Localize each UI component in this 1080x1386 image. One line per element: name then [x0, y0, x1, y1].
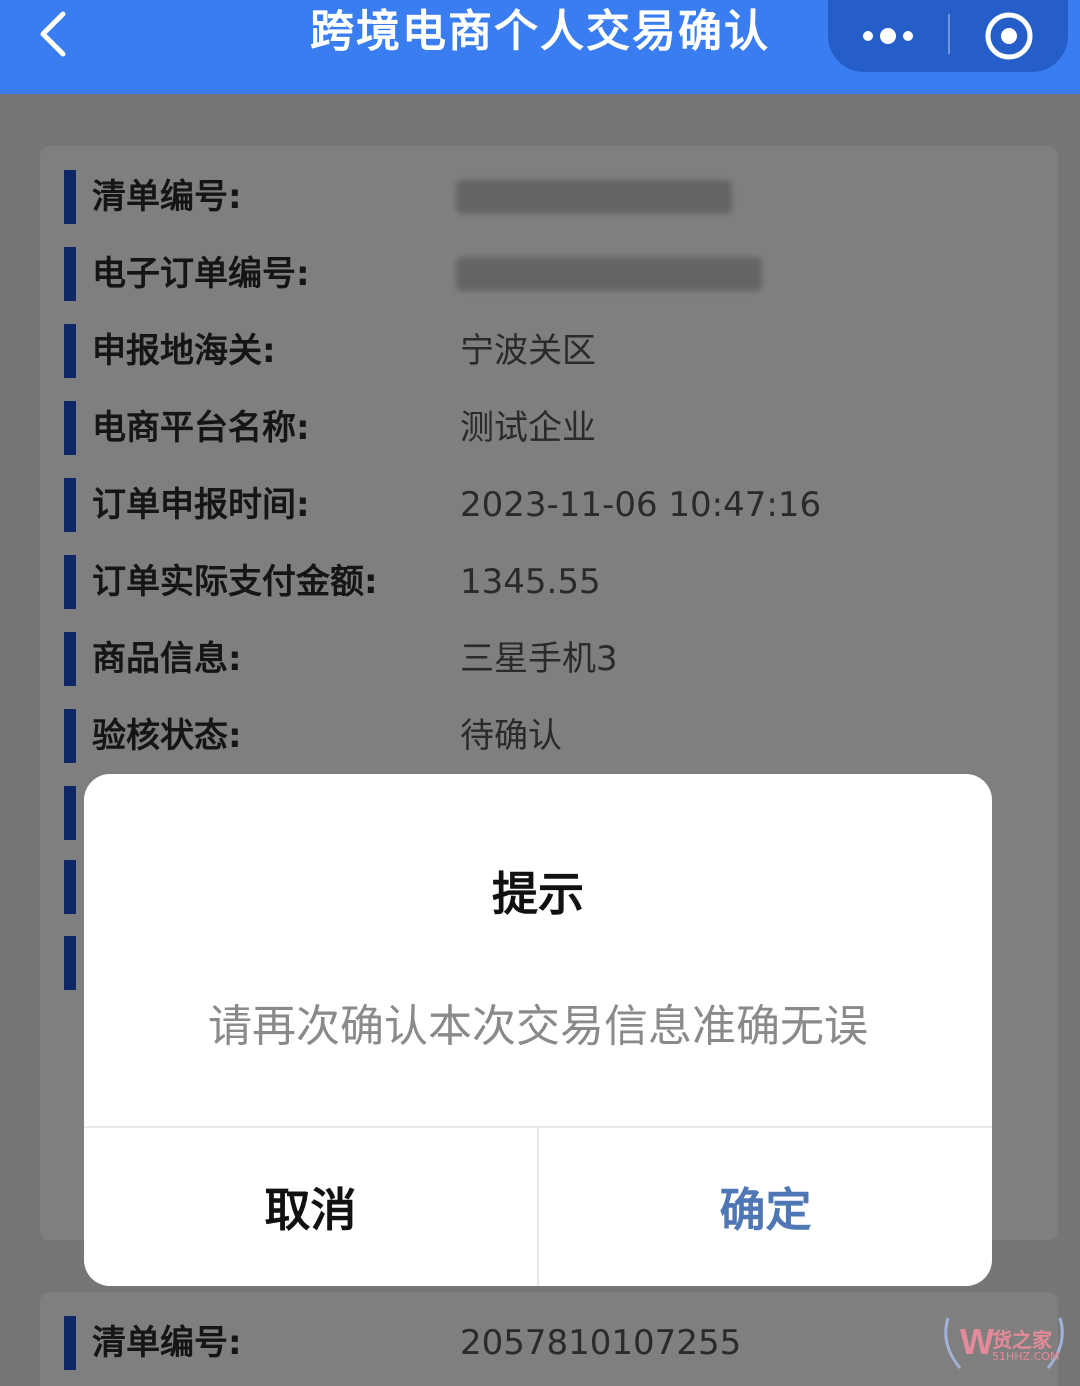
dialog-title: 提示: [492, 867, 584, 921]
confirm-button[interactable]: 确定: [539, 1128, 992, 1286]
screen: 跨境电商个人交易确认 清单编号:: [0, 0, 1080, 1386]
close-button[interactable]: [950, 0, 1068, 72]
more-dots-icon: [863, 28, 913, 44]
confirm-dialog: 提示 请再次确认本次交易信息准确无误 取消 确定: [84, 774, 992, 1286]
mini-program-capsule: [828, 0, 1068, 72]
cancel-button[interactable]: 取消: [84, 1128, 537, 1286]
watermark-name: 货之家: [992, 1328, 1052, 1352]
watermark-logo: W 货之家 51HHZ.COM: [938, 1308, 1070, 1378]
target-circle-icon: [985, 12, 1033, 60]
navigation-bar: 跨境电商个人交易确认: [0, 0, 1080, 94]
watermark-domain: 51HHZ.COM: [992, 1350, 1060, 1363]
more-button[interactable]: [828, 0, 948, 72]
svg-text:W: W: [960, 1321, 994, 1362]
dialog-message: 请再次确认本次交易信息准确无误: [208, 1001, 868, 1052]
